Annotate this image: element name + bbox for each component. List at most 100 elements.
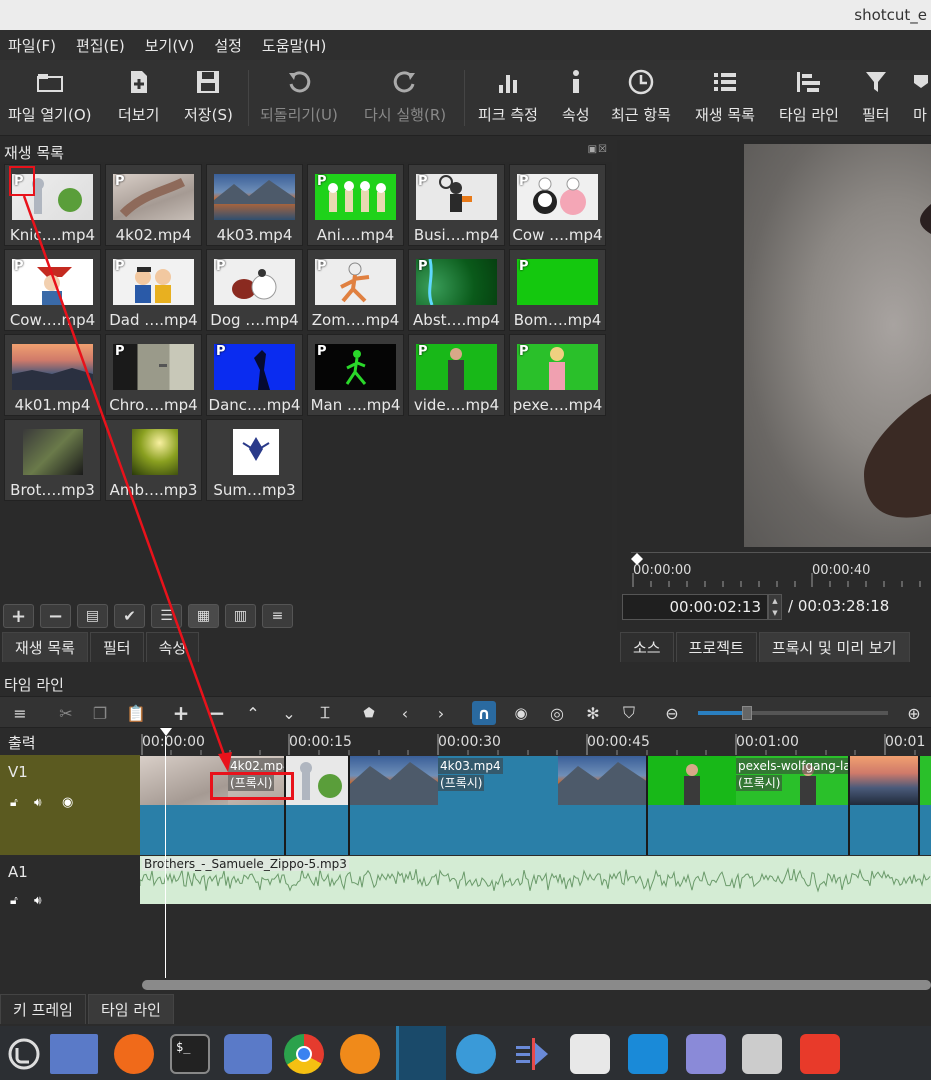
playlist-item[interactable]: Brot….mp3: [4, 419, 101, 501]
remove-button[interactable]: −: [40, 604, 71, 628]
files-icon[interactable]: [224, 1034, 272, 1074]
terminal-icon[interactable]: $_: [170, 1034, 210, 1074]
menu-file[interactable]: 파일(F): [6, 35, 58, 56]
scrub-toggle[interactable]: ◉: [509, 701, 533, 725]
playlist-item[interactable]: P Zom….mp4: [307, 249, 404, 331]
viewer-ruler[interactable]: 00:00:00 00:00:40: [631, 552, 931, 587]
playlist-item[interactable]: Sum…mp3: [206, 419, 303, 501]
markers-button[interactable]: 마: [910, 60, 930, 136]
tab-timeline[interactable]: 타임 라인: [87, 994, 174, 1024]
menu-help[interactable]: 도움말(H): [260, 35, 328, 56]
redo-button[interactable]: 다시 실행(R): [364, 60, 446, 136]
copy-button[interactable]: ❐: [88, 701, 112, 725]
add-marker-button[interactable]: ⬟: [357, 701, 381, 725]
ripple-toggle[interactable]: ◎: [545, 701, 569, 725]
ripple-delete-button[interactable]: −: [205, 701, 229, 725]
playlist-item[interactable]: 4k03.mp4: [206, 164, 303, 246]
timeline-tracks[interactable]: 00:00:00 00:00:15 00:00:30 00:00:45 00:0…: [140, 728, 931, 978]
playlist-item[interactable]: P Danc….mp4: [206, 334, 303, 416]
mute-icon[interactable]: 🔊︎: [34, 893, 42, 908]
undo-button[interactable]: 되돌리기(U): [260, 60, 338, 136]
timeline-clip[interactable]: 4k02.mp4 (프록시): [140, 756, 286, 855]
playlist-menu-button[interactable]: ≡: [262, 604, 293, 628]
paste-button[interactable]: 📋: [124, 701, 148, 725]
gimp-icon[interactable]: [800, 1034, 840, 1074]
playlist-item[interactable]: P Dog ….mp4: [206, 249, 303, 331]
timeline-clip[interactable]: [850, 756, 920, 855]
text-editor-icon[interactable]: [686, 1034, 726, 1074]
darktable-icon[interactable]: [628, 1034, 668, 1074]
open-file-button[interactable]: 파일 열기(O): [8, 60, 91, 136]
overwrite-button[interactable]: ⌄: [277, 701, 301, 725]
playlist-item[interactable]: P Bom….mp4: [509, 249, 606, 331]
dock-buttons[interactable]: ▣☒: [588, 144, 608, 155]
menu-settings[interactable]: 설정: [212, 35, 244, 56]
save-button[interactable]: 저장(S): [184, 60, 233, 136]
lift-button[interactable]: ⌃: [241, 701, 265, 725]
tiles-view-button[interactable]: ▥: [225, 604, 256, 628]
track-header-a1[interactable]: A1 🔓︎ 🔊︎: [0, 855, 140, 908]
tab-filters[interactable]: 필터: [89, 632, 144, 662]
recent-button[interactable]: 최근 항목: [611, 60, 671, 136]
chrome-icon[interactable]: [284, 1034, 324, 1074]
timeline-clip[interactable]: [920, 756, 931, 855]
tab-properties[interactable]: 속성: [145, 632, 200, 662]
zoom-in-button[interactable]: ⊕: [902, 701, 926, 725]
playlist-item[interactable]: P Cow….mp4: [4, 249, 101, 331]
show-desktop-icon[interactable]: [50, 1034, 98, 1074]
chrome-alt-icon[interactable]: [742, 1034, 782, 1074]
add-button[interactable]: +: [3, 604, 34, 628]
filter-button[interactable]: 필터: [862, 60, 890, 136]
blender-icon[interactable]: [340, 1034, 380, 1074]
audio-clip[interactable]: Brothers_-_Samuele_Zippo-5.mp3: [140, 856, 931, 904]
next-marker-button[interactable]: ›: [429, 701, 453, 725]
timeline-clip[interactable]: 4k03.mp4 (프록시): [350, 756, 648, 855]
playlist-item[interactable]: P vide….mp4: [408, 334, 505, 416]
playlist-item[interactable]: P Dad ….mp4: [105, 249, 202, 331]
zoom-slider[interactable]: [698, 706, 888, 720]
timeline-clip[interactable]: [286, 756, 350, 855]
tab-playlist[interactable]: 재생 목록: [2, 632, 88, 662]
apply-button[interactable]: ✔: [114, 604, 145, 628]
menu-edit[interactable]: 편집(E): [74, 35, 127, 56]
split-button[interactable]: ⌶: [313, 701, 337, 725]
snap-toggle[interactable]: ∩: [472, 701, 496, 725]
details-view-button[interactable]: ☰: [151, 604, 182, 628]
kdenlive-icon[interactable]: [512, 1034, 552, 1074]
timecode-spinner[interactable]: ▲ ▼: [768, 594, 782, 620]
openshot-icon[interactable]: [456, 1034, 496, 1074]
tab-keyframes[interactable]: 키 프레임: [0, 994, 86, 1024]
playlist-button[interactable]: 재생 목록: [695, 60, 755, 136]
shotcut-icon[interactable]: [396, 1026, 446, 1080]
timeline-ruler[interactable]: 00:00:00 00:00:15 00:00:30 00:00:45 00:0…: [140, 728, 931, 755]
playhead[interactable]: [165, 736, 166, 978]
lock-icon[interactable]: 🔓︎: [10, 893, 18, 908]
timeline-scrollbar-thumb[interactable]: [142, 980, 931, 990]
lock-icon[interactable]: 🔓︎: [10, 795, 18, 810]
icon-view-button[interactable]: ▦: [188, 604, 219, 628]
tab-source[interactable]: 소스: [620, 632, 674, 662]
timeline-clip[interactable]: pexels-wolfgang-la (프록시): [648, 756, 850, 855]
cut-button[interactable]: ✂: [54, 701, 78, 725]
tab-proxy-preview[interactable]: 프록시 및 미리 보기: [758, 632, 910, 662]
mint-menu-icon[interactable]: [4, 1034, 44, 1074]
menu-view[interactable]: 보기(V): [143, 35, 197, 56]
eye-icon[interactable]: ◉: [62, 795, 73, 810]
peak-meter-button[interactable]: 피크 측정: [478, 60, 538, 136]
playlist-item[interactable]: Amb….mp3: [105, 419, 202, 501]
timeline-scrollbar[interactable]: [142, 980, 931, 990]
playlist-item[interactable]: P Chro….mp4: [105, 334, 202, 416]
timeline-menu-button[interactable]: ≡: [8, 701, 32, 725]
previous-marker-button[interactable]: ‹: [393, 701, 417, 725]
ripple-markers-toggle[interactable]: ⛉: [617, 701, 641, 725]
firefox-icon[interactable]: [114, 1034, 154, 1074]
inkscape-icon[interactable]: [570, 1034, 610, 1074]
playlist-item[interactable]: P Cow ….mp4: [509, 164, 606, 246]
ripple-all-toggle[interactable]: ✻: [581, 701, 605, 725]
playlist-item[interactable]: P Man ….mp4: [307, 334, 404, 416]
more-button[interactable]: 더보기: [118, 60, 159, 136]
append-button[interactable]: +: [169, 701, 193, 725]
mute-icon[interactable]: 🔊︎: [34, 795, 42, 810]
playlist-item[interactable]: P Ani….mp4: [307, 164, 404, 246]
playlist-item[interactable]: P 4k02.mp4: [105, 164, 202, 246]
